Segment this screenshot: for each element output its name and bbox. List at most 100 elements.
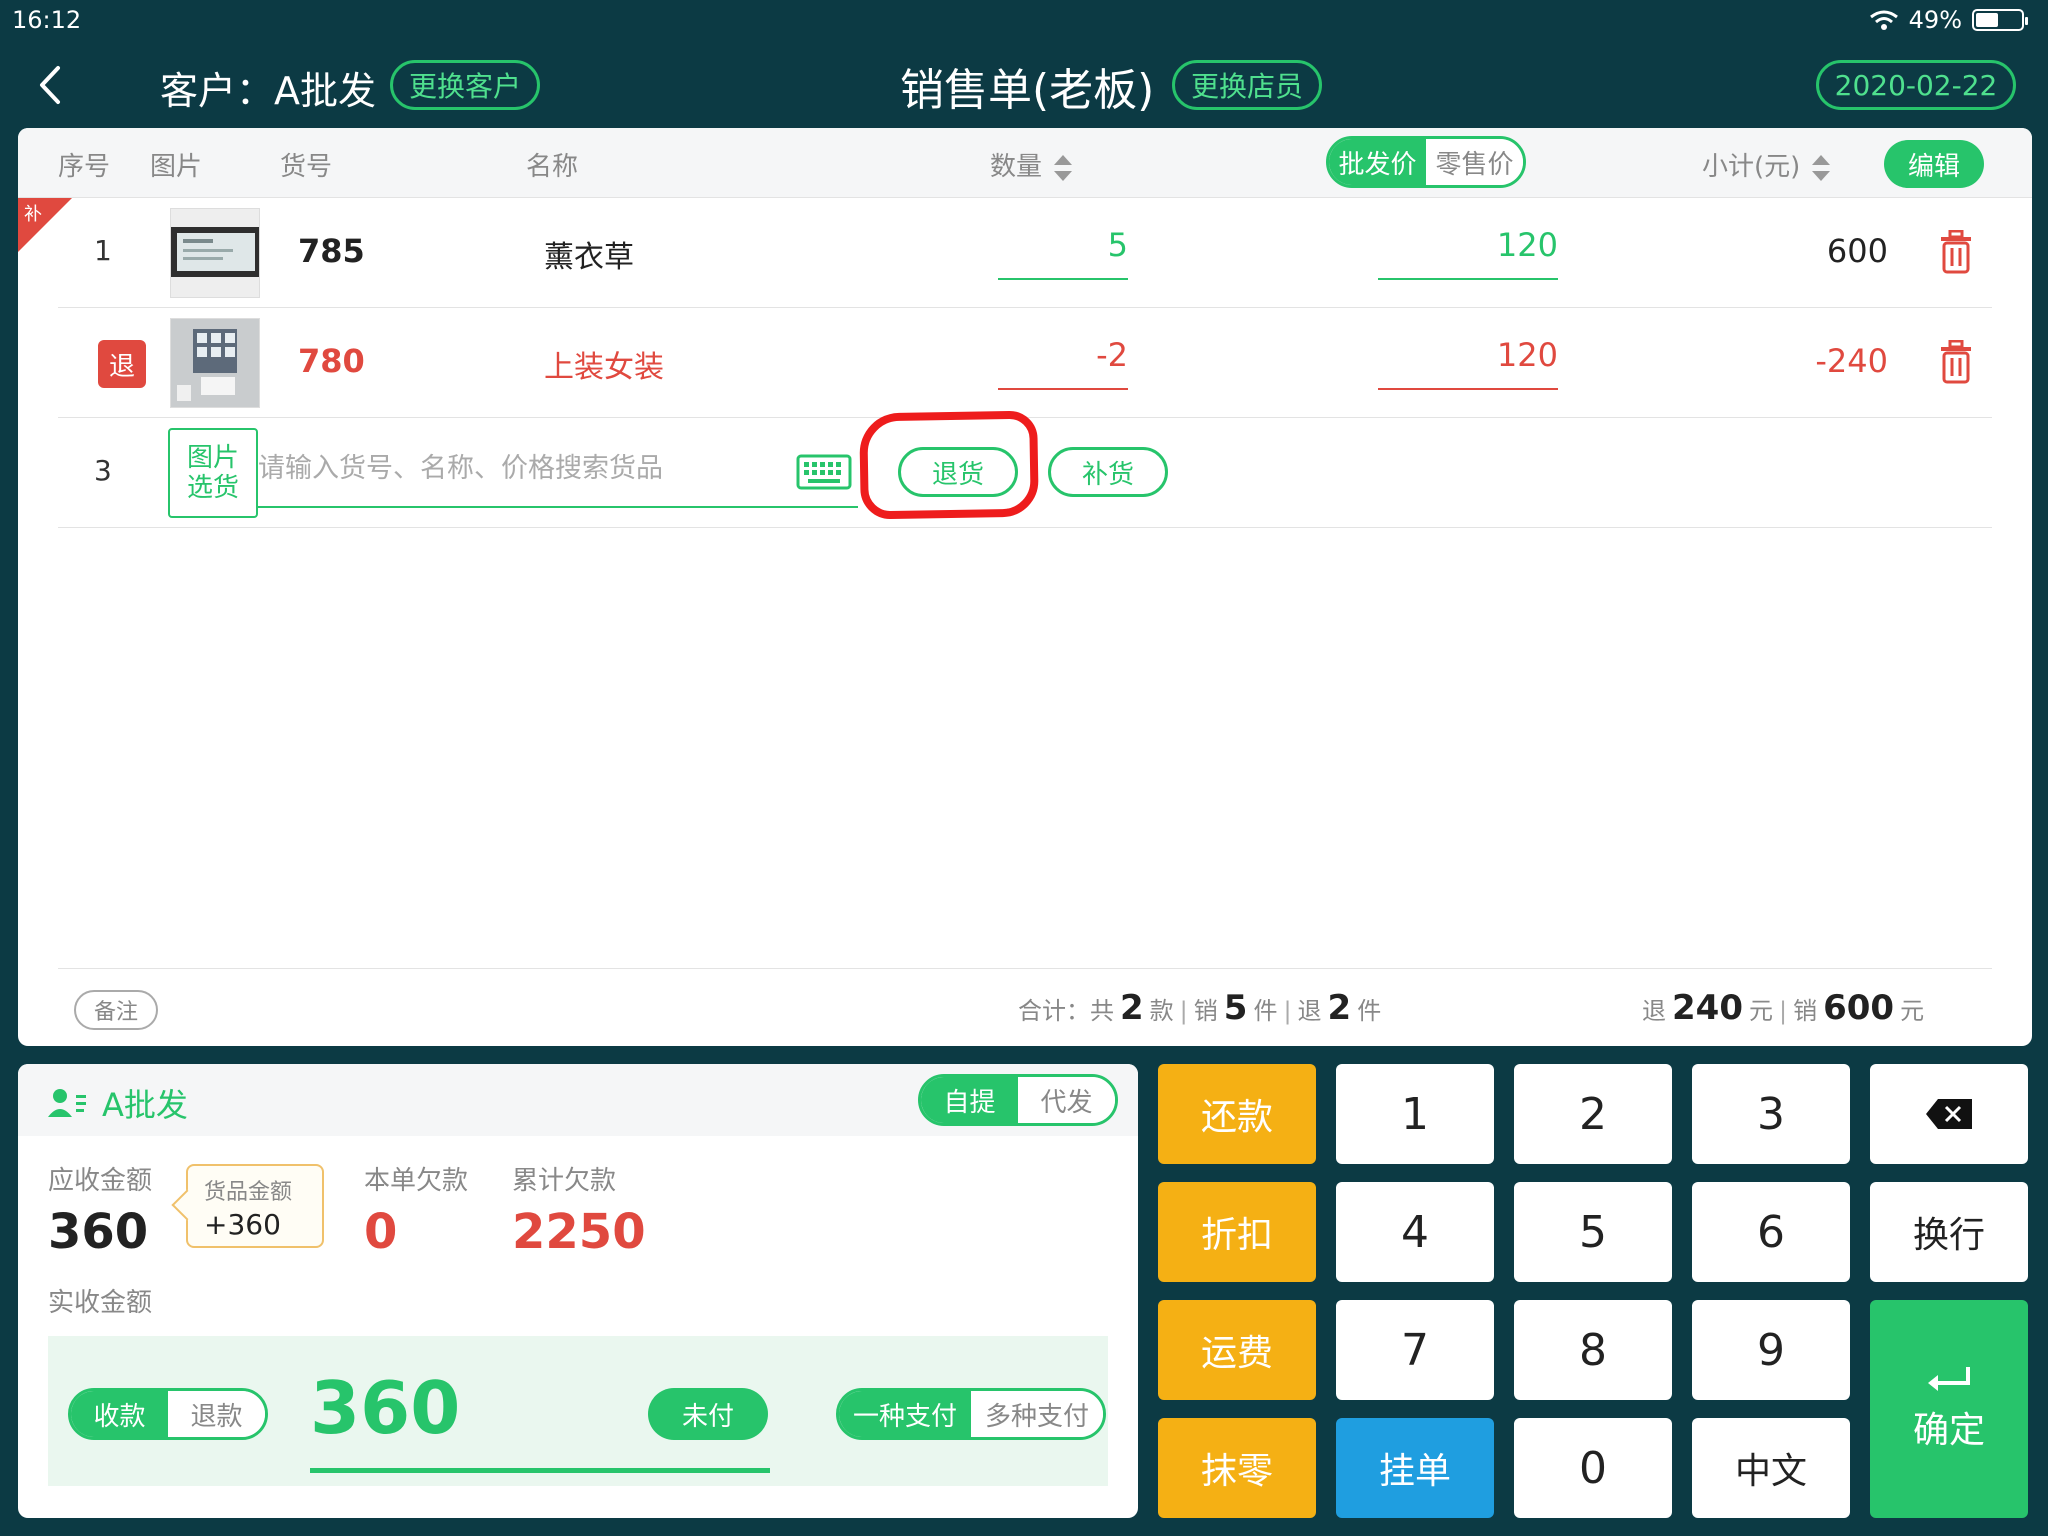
product-image [171, 227, 259, 277]
restock-goods-button[interactable]: 补货 [1048, 447, 1168, 497]
header-qty-sort[interactable]: 数量 [990, 146, 1073, 183]
status-right: 49% [1869, 6, 2028, 34]
status-time: 16:12 [12, 6, 82, 34]
table-header: 序号 图片 货号 名称 数量 批发价 零售价 小计(元) 编辑 [18, 128, 2032, 198]
proxy-ship-tab[interactable]: 代发 [1018, 1077, 1115, 1123]
product-code: 780 [298, 342, 365, 380]
product-thumbnail [170, 208, 260, 298]
table-row[interactable]: 1 785 薰衣草 5 120 600 [58, 198, 1992, 308]
key-3[interactable]: 3 [1692, 1064, 1850, 1164]
summary-prefix: 合计：共 [1018, 997, 1114, 1025]
summary-returned-unit: 件 [1357, 997, 1382, 1025]
change-customer-button[interactable]: 更换客户 [390, 60, 540, 110]
summary-sold: 5 [1223, 988, 1248, 1028]
annotation-circle [859, 410, 1039, 520]
money-unit: 元 [1748, 997, 1773, 1025]
summary-sold-unit: 件 [1253, 997, 1278, 1025]
summary-returned: 2 [1327, 988, 1352, 1028]
backspace-icon [1926, 1099, 1972, 1129]
trash-icon[interactable] [1938, 340, 1974, 384]
shipping-key[interactable]: 运费 [1158, 1300, 1316, 1400]
multi-payment-tab[interactable]: 多种支付 [971, 1391, 1103, 1437]
single-payment-tab[interactable]: 一种支付 [839, 1391, 971, 1437]
header-subtotal-sort[interactable]: 小计(元) [1702, 146, 1831, 183]
key-7[interactable]: 7 [1336, 1300, 1494, 1400]
customer-info[interactable]: A批发 [48, 1080, 188, 1126]
collect-tab[interactable]: 收款 [71, 1391, 168, 1437]
product-name: 薰衣草 [544, 240, 634, 275]
pick-label-line1: 图片 [186, 443, 239, 473]
key-6[interactable]: 6 [1692, 1182, 1850, 1282]
unpaid-button[interactable]: 未付 [648, 1388, 768, 1440]
customer-label: 客户：A批发 [160, 69, 376, 113]
retail-price-tab[interactable]: 零售价 [1426, 139, 1523, 185]
price-type-toggle: 批发价 零售价 [1326, 136, 1526, 188]
discount-key[interactable]: 折扣 [1158, 1182, 1316, 1282]
delivery-toggle: 自提 代发 [918, 1074, 1118, 1126]
customer-name: A批发 [102, 1086, 188, 1124]
money-summary: 退 240 元 | 销 600 元 [1642, 988, 1925, 1028]
note-button[interactable]: 备注 [74, 990, 158, 1030]
status-bar: 16:12 49% [0, 0, 2048, 40]
key-0[interactable]: 0 [1514, 1418, 1672, 1518]
product-thumbnail [170, 318, 260, 408]
money-sale-amount: 600 [1823, 988, 1895, 1028]
keyboard-icon[interactable] [796, 454, 852, 490]
price-input[interactable]: 120 [1378, 226, 1558, 280]
hold-order-key[interactable]: 挂单 [1336, 1418, 1494, 1518]
confirm-key[interactable]: 确定 [1870, 1300, 2028, 1518]
pick-by-image-label: 图片 选货 [187, 443, 239, 503]
change-clerk-button[interactable]: 更换店员 [1172, 60, 1322, 110]
product-search-input[interactable] [258, 438, 778, 498]
goods-amount: +360 [204, 1208, 281, 1241]
table-row[interactable]: 退 780 上装女装 -2 120 -240 [58, 308, 1992, 418]
return-tag: 退 [98, 340, 146, 388]
goods-amount-label: 货品金额 [204, 1180, 293, 1205]
quantity-input[interactable]: 5 [998, 226, 1128, 280]
edit-button[interactable]: 编辑 [1884, 140, 1984, 188]
key-2[interactable]: 2 [1514, 1064, 1672, 1164]
money-return-label: 退 [1642, 997, 1666, 1025]
newline-key[interactable]: 换行 [1870, 1182, 2028, 1282]
header-name: 名称 [526, 152, 579, 182]
row-subtotal: 600 [1826, 232, 1888, 270]
price-input[interactable]: 120 [1378, 336, 1558, 390]
payment-method-toggle: 一种支付 多种支付 [836, 1388, 1106, 1440]
payment-panel: A批发 自提 代发 应收金额 360 货品金额 +360 本单欠款 0 累计欠款… [18, 1064, 1138, 1518]
key-5[interactable]: 5 [1514, 1182, 1672, 1282]
refund-tab[interactable]: 退款 [168, 1391, 265, 1437]
key-8[interactable]: 8 [1514, 1300, 1672, 1400]
summary-styles-unit: 款 [1149, 997, 1174, 1025]
row-subtotal: -240 [1815, 342, 1888, 380]
actual-amount-input[interactable]: 360 [310, 1366, 460, 1450]
date-button[interactable]: 2020-02-22 [1816, 60, 2016, 110]
quantity-input[interactable]: -2 [998, 336, 1128, 390]
confirm-label: 确定 [1912, 1410, 1985, 1451]
summary-returned-label: 退 [1297, 997, 1322, 1025]
sort-icon [1054, 154, 1073, 181]
wholesale-price-tab[interactable]: 批发价 [1329, 139, 1426, 185]
battery-percent: 49% [1908, 6, 1962, 34]
backspace-key[interactable] [1870, 1064, 2028, 1164]
product-code: 785 [298, 232, 365, 270]
repay-key[interactable]: 还款 [1158, 1064, 1316, 1164]
key-4[interactable]: 4 [1336, 1182, 1494, 1282]
self-pickup-tab[interactable]: 自提 [921, 1077, 1018, 1123]
product-image [171, 319, 259, 407]
money-sale-label: 销 [1793, 997, 1818, 1025]
summary-sold-label: 销 [1193, 997, 1218, 1025]
pick-by-image-button[interactable]: 图片 选货 [168, 428, 258, 518]
receivable-amount: 360 [48, 1204, 149, 1260]
restock-tag-text: 补 [24, 204, 42, 225]
header-qty: 数量 [990, 152, 1043, 182]
key-1[interactable]: 1 [1336, 1064, 1494, 1164]
round-off-key[interactable]: 抹零 [1158, 1418, 1316, 1518]
trash-icon[interactable] [1938, 230, 1974, 274]
chinese-input-key[interactable]: 中文 [1692, 1418, 1850, 1518]
quantity-summary: 合计：共 2 款 | 销 5 件 | 退 2 件 [1018, 988, 1382, 1028]
battery-fill [1976, 13, 1998, 27]
key-9[interactable]: 9 [1692, 1300, 1850, 1400]
enter-icon [1928, 1367, 1970, 1391]
pick-label-line2: 选货 [186, 473, 239, 503]
back-button[interactable] [30, 60, 70, 110]
